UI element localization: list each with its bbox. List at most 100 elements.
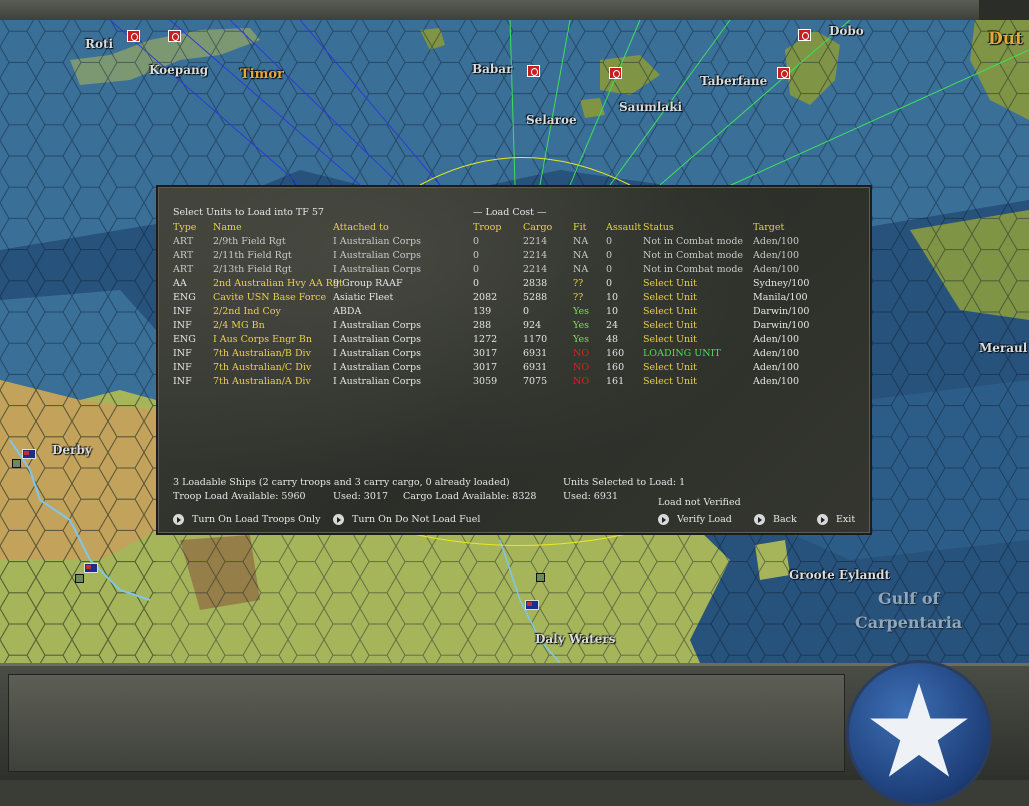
unit-fit: NO [573,348,590,359]
load-units-dialog: Select Units to Load into TF 57 — Load C… [156,185,872,535]
unit-troop: 139 [473,306,492,317]
unit-status[interactable]: Select Unit [643,362,697,373]
unit-attached: I Australian Corps [333,264,422,275]
arrow-right-icon [173,514,184,525]
unit-status[interactable]: LOADING UNIT [643,348,721,359]
unit-attached: I Australian Corps [333,236,422,247]
unit-row[interactable]: INF 2/4 MG Bn I Australian Corps 288 924 Yes 2… [158,320,870,334]
unit-target: Darwin/100 [753,306,810,317]
unit-target: Aden/100 [753,250,800,261]
unit-row[interactable]: INF 7th Australian/A Div I Australian Corp… [158,376,870,390]
unit-row[interactable]: INF 2/2nd Ind Coy ABDA 139 0 Yes 10 Select Unit… [158,306,870,320]
troop-load-used: Used: 3017 [333,491,388,502]
verify-load-button[interactable]: Verify Load [658,514,732,525]
map-label-koepang: Koepang [149,63,209,77]
map-label-babar: Babar [472,62,513,76]
unit-status[interactable]: Select Unit [643,306,697,317]
enemy-base-marker[interactable] [527,65,540,77]
unit-assault: 24 [606,320,619,331]
unit-cargo: 7075 [523,376,548,387]
unit-troop: 3059 [473,376,498,387]
airbase-marker[interactable] [536,573,545,582]
unit-row[interactable]: ENG Cavite USN Base Force Asiatic Fleet 208… [158,292,870,306]
unit-target: Aden/100 [753,264,800,275]
unit-name: Cavite USN Base Force [213,292,327,303]
unit-status[interactable]: Select Unit [643,376,697,387]
map-label-selaroe: Selaroe [526,113,577,127]
unit-row[interactable]: INF 7th Australian/C Div I Australian Corp… [158,362,870,376]
unit-name: 2/9th Field Rgt [213,236,286,247]
unit-fit: Yes [573,306,589,317]
unit-cargo: 2214 [523,236,548,247]
unit-row[interactable]: AA 2nd Australian Hvy AA Rgt 9 Group RAAF 0… [158,278,870,292]
airbase-marker[interactable] [75,574,84,583]
col-fit: Fit [573,222,587,233]
map-label-saumlaki: Saumlaki [619,100,683,114]
unit-assault: 10 [606,292,619,303]
unit-status: Not in Combat mode [643,264,744,275]
col-cargo: Cargo [523,222,553,233]
load-cost-header: — Load Cost — [473,207,547,218]
col-type: Type [173,222,197,233]
unit-cargo: 6931 [523,348,548,359]
do-not-load-fuel-button[interactable]: Turn On Do Not Load Fuel [333,514,480,525]
allied-unit-flag[interactable] [84,563,98,573]
enemy-base-marker[interactable] [609,67,622,79]
unit-cargo: 5288 [523,292,548,303]
allied-star-emblem [846,660,992,806]
unit-target: Aden/100 [753,376,800,387]
unit-cargo: 6931 [523,362,548,373]
unit-target: Aden/100 [753,348,800,359]
unit-assault: 0 [606,278,613,289]
unit-status[interactable]: Select Unit [643,320,697,331]
back-label: Back [773,514,797,525]
enemy-base-marker[interactable] [798,29,811,41]
unit-row[interactable]: ART 2/13th Field Rgt I Australian Corps 0 22… [158,264,870,278]
unit-name: 7th Australian/B Div [213,348,311,359]
unit-name: 2/11th Field Rgt [213,250,292,261]
unit-assault: 0 [606,236,613,247]
back-button[interactable]: Back [754,514,797,525]
allied-unit-flag[interactable] [22,449,36,459]
map-label-meraul: Meraul [979,341,1028,355]
unit-fit: ?? [573,278,584,289]
exit-button[interactable]: Exit [817,514,855,525]
loadable-ships-summary: 3 Loadable Ships (2 carry troops and 3 c… [173,477,510,488]
unit-target: Aden/100 [753,362,800,373]
unit-status[interactable]: Select Unit [643,334,697,345]
unit-cargo: 924 [523,320,542,331]
unit-row[interactable]: ART 2/11th Field Rgt I Australian Corps 0 22… [158,250,870,264]
enemy-base-marker[interactable] [168,30,181,42]
airbase-marker[interactable] [12,459,21,468]
verify-load-label: Verify Load [677,514,732,525]
unit-troop: 0 [473,264,480,275]
unit-type: INF [173,348,192,359]
unit-troop: 0 [473,236,480,247]
unit-cargo: 1170 [523,334,548,345]
top-strip [0,0,1029,20]
allied-unit-flag[interactable] [525,600,539,610]
enemy-base-marker[interactable] [127,30,140,42]
unit-name: 2/4 MG Bn [213,320,265,331]
unit-status[interactable]: Select Unit [643,278,697,289]
exit-label: Exit [836,514,856,525]
map-label-derby: Derby [52,443,92,457]
unit-fit: NA [573,236,589,247]
unit-row[interactable]: INF 7th Australian/B Div I Australian Corp… [158,348,870,362]
unit-name: 7th Australian/C Div [213,362,312,373]
load-troops-only-label: Turn On Load Troops Only [192,514,321,525]
unit-troop: 3017 [473,362,498,373]
load-troops-only-button[interactable]: Turn On Load Troops Only [173,514,320,525]
unit-type: INF [173,376,192,387]
unit-assault: 0 [606,250,613,261]
unit-assault: 10 [606,306,619,317]
unit-status[interactable]: Select Unit [643,292,697,303]
unit-row[interactable]: ART 2/9th Field Rgt I Australian Corps 0 221… [158,236,870,250]
unit-fit: NA [573,264,589,275]
enemy-base-marker[interactable] [777,67,790,79]
col-name: Name [213,222,242,233]
unit-assault: 161 [606,376,625,387]
unit-attached: 9 Group RAAF [333,278,403,289]
unit-target: Manila/100 [753,292,808,303]
unit-row[interactable]: ENG I Aus Corps Engr Bn I Australian Corps… [158,334,870,348]
